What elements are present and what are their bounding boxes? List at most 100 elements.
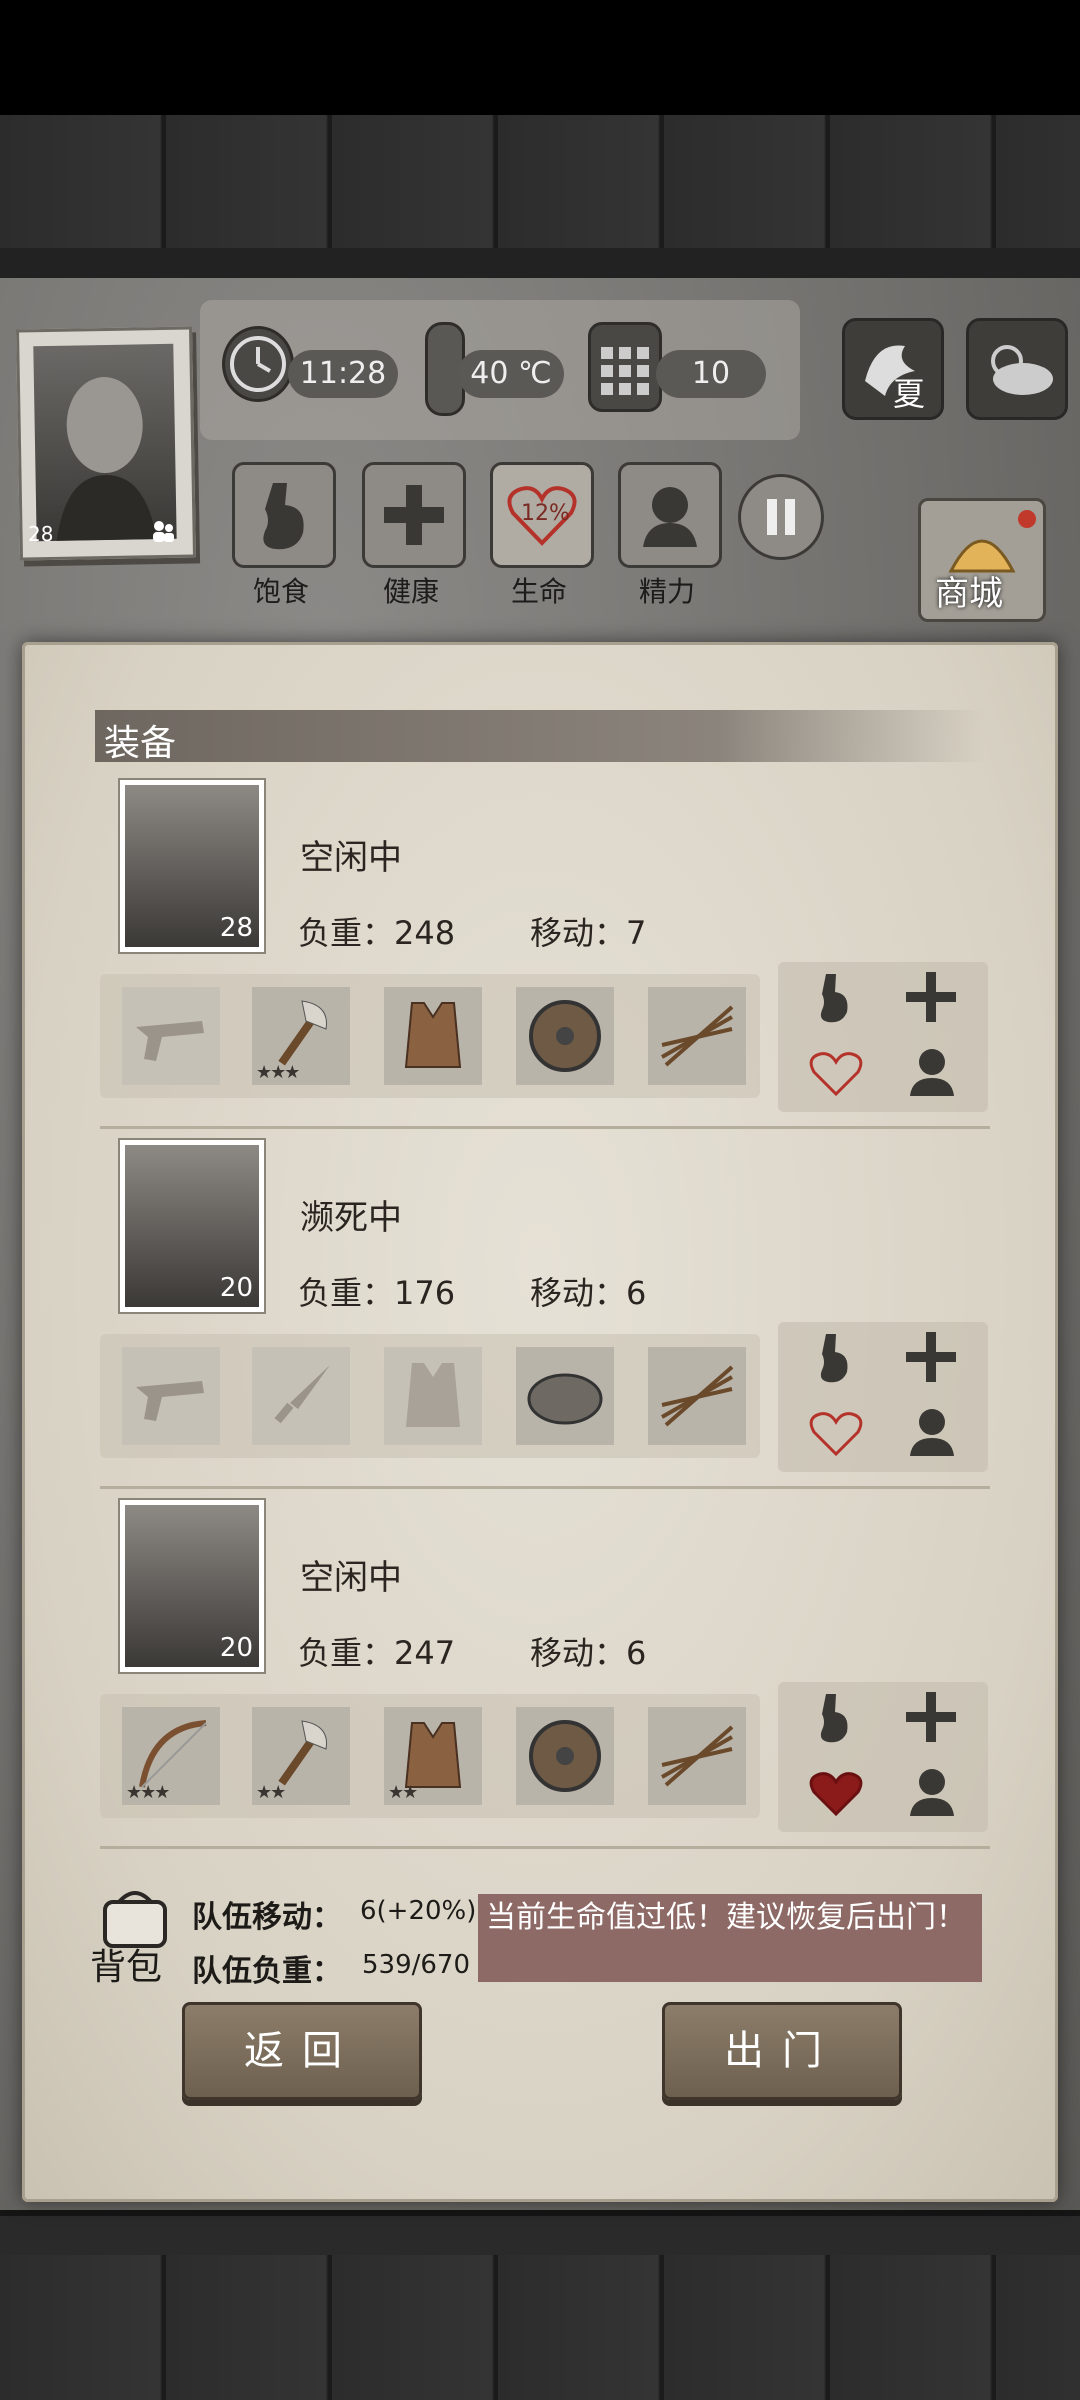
member-level: 20 <box>219 1633 253 1663</box>
member-portrait[interactable]: 20 <box>120 1500 264 1672</box>
panel-title: 装备 <box>104 723 177 764</box>
member-move: 移动：7 <box>530 914 647 952</box>
pistol-icon <box>136 1021 204 1061</box>
character-portrait <box>33 343 177 542</box>
need-health-label: 健康 <box>382 575 439 608</box>
member-level: 20 <box>219 1273 253 1303</box>
season-button[interactable]: 夏 <box>842 318 944 420</box>
slot-armor[interactable] <box>384 1347 482 1445</box>
member-load: 负重：247 <box>298 1634 456 1672</box>
item-stars: ★★ <box>256 1782 286 1803</box>
shield-icon <box>529 1000 601 1072</box>
member-needs-box <box>778 962 988 1112</box>
shield-icon <box>529 1720 601 1792</box>
member-load: 负重：176 <box>298 1274 456 1312</box>
member-level: 28 <box>219 913 253 943</box>
weather-cloud-icon <box>991 345 1053 395</box>
backpack-label[interactable]: 背包 <box>90 1938 162 1990</box>
shop-label: 商城 <box>935 574 1003 614</box>
panel-title-bar <box>95 710 985 762</box>
member-separator <box>100 1486 990 1489</box>
weather-button[interactable] <box>966 318 1068 420</box>
member-status: 空闲中 <box>300 838 402 878</box>
slot-shield[interactable] <box>516 1347 614 1445</box>
pause-button[interactable] <box>738 474 824 560</box>
dagger-icon <box>274 1365 330 1424</box>
slot-bow[interactable]: ★★★ <box>122 1707 220 1805</box>
member-separator <box>100 1846 990 1849</box>
item-stars: ★★★ <box>256 1062 300 1083</box>
need-satiety-button[interactable] <box>232 462 336 568</box>
need-life-button[interactable]: 12% <box>490 462 594 568</box>
wood-plank-bottom <box>0 2255 1080 2400</box>
go-out-button[interactable]: 出门 <box>662 2002 902 2100</box>
equipment-row: ★★★ <box>100 974 760 1098</box>
pause-icon <box>767 499 795 535</box>
time-display: 11:28 <box>288 350 398 398</box>
need-satiety-label: 饱食 <box>252 575 309 608</box>
member-status: 濒死中 <box>300 1198 402 1238</box>
slot-arrows[interactable] <box>648 987 746 1085</box>
vest-icon <box>404 1002 462 1068</box>
frame-top <box>0 248 1080 278</box>
slot-shield[interactable] <box>516 1707 614 1805</box>
back-button[interactable]: 返回 <box>182 2002 422 2100</box>
member-load: 负重：248 <box>298 914 456 952</box>
member-move: 移动：6 <box>530 1634 647 1672</box>
stamina-icon <box>643 487 697 547</box>
slot-pistol[interactable] <box>122 1347 220 1445</box>
member-needs-box <box>778 1682 988 1832</box>
member-needs-icons <box>809 1692 956 1817</box>
life-percent: 12% <box>521 501 570 526</box>
vest-icon <box>406 1363 460 1427</box>
round-shield-icon <box>527 1373 603 1425</box>
item-stars: ★★★ <box>126 1782 170 1803</box>
slot-shield[interactable] <box>516 987 614 1085</box>
team-move-label: 队伍移动： <box>192 1900 342 1935</box>
temperature-display: 40 ℃ <box>458 350 564 398</box>
status-bar-area <box>0 0 1080 115</box>
need-life-label: 生命 <box>510 575 567 608</box>
slot-dagger[interactable] <box>252 1347 350 1445</box>
member-needs-icons <box>809 1332 956 1457</box>
plus-icon <box>384 485 444 545</box>
slot-axe[interactable]: ★★★ <box>252 987 350 1085</box>
slot-pistol[interactable] <box>122 987 220 1085</box>
slot-arrows[interactable] <box>648 1707 746 1805</box>
need-stamina-label: 精力 <box>638 575 695 608</box>
pistol-icon <box>136 1381 204 1421</box>
slot-axe[interactable]: ★★ <box>252 1707 350 1805</box>
team-load-value: 539/670 <box>362 1950 471 1980</box>
team-move-value: 6(+20%) <box>360 1896 477 1926</box>
calendar-icon <box>588 322 662 412</box>
arrows-icon <box>661 1005 734 1067</box>
member-needs-icons <box>809 972 956 1097</box>
character-level: 28 <box>28 522 54 546</box>
wood-plank-top <box>0 115 1080 250</box>
item-stars: ★★ <box>388 1782 418 1803</box>
member-portrait[interactable]: 28 <box>120 780 264 952</box>
equipment-row: ★★★ ★★ ★★ <box>100 1694 760 1818</box>
group-icon <box>153 521 174 542</box>
member-needs-box <box>778 1322 988 1472</box>
team-load-label: 队伍负重： <box>192 1954 342 1989</box>
member-status: 空闲中 <box>300 1558 402 1598</box>
clock-icon <box>222 326 294 402</box>
arrows-icon <box>661 1365 734 1427</box>
slot-armor[interactable] <box>384 987 482 1085</box>
frame-bottom <box>0 2210 1080 2261</box>
slot-arrows[interactable] <box>648 1347 746 1445</box>
low-health-warning: 当前生命值过低！建议恢复后出门！ <box>478 1894 982 1982</box>
season-label: 夏 <box>893 375 926 413</box>
member-separator <box>100 1126 990 1129</box>
member-move: 移动：6 <box>530 1274 647 1312</box>
day-display: 10 <box>656 350 766 398</box>
member-portrait[interactable]: 20 <box>120 1140 264 1312</box>
need-stamina-button[interactable] <box>618 462 722 568</box>
notification-dot <box>1018 510 1036 528</box>
slot-armor[interactable]: ★★ <box>384 1707 482 1805</box>
stomach-icon <box>263 483 304 550</box>
arrows-icon <box>661 1725 734 1787</box>
need-health-button[interactable] <box>362 462 466 568</box>
equipment-row <box>100 1334 760 1458</box>
